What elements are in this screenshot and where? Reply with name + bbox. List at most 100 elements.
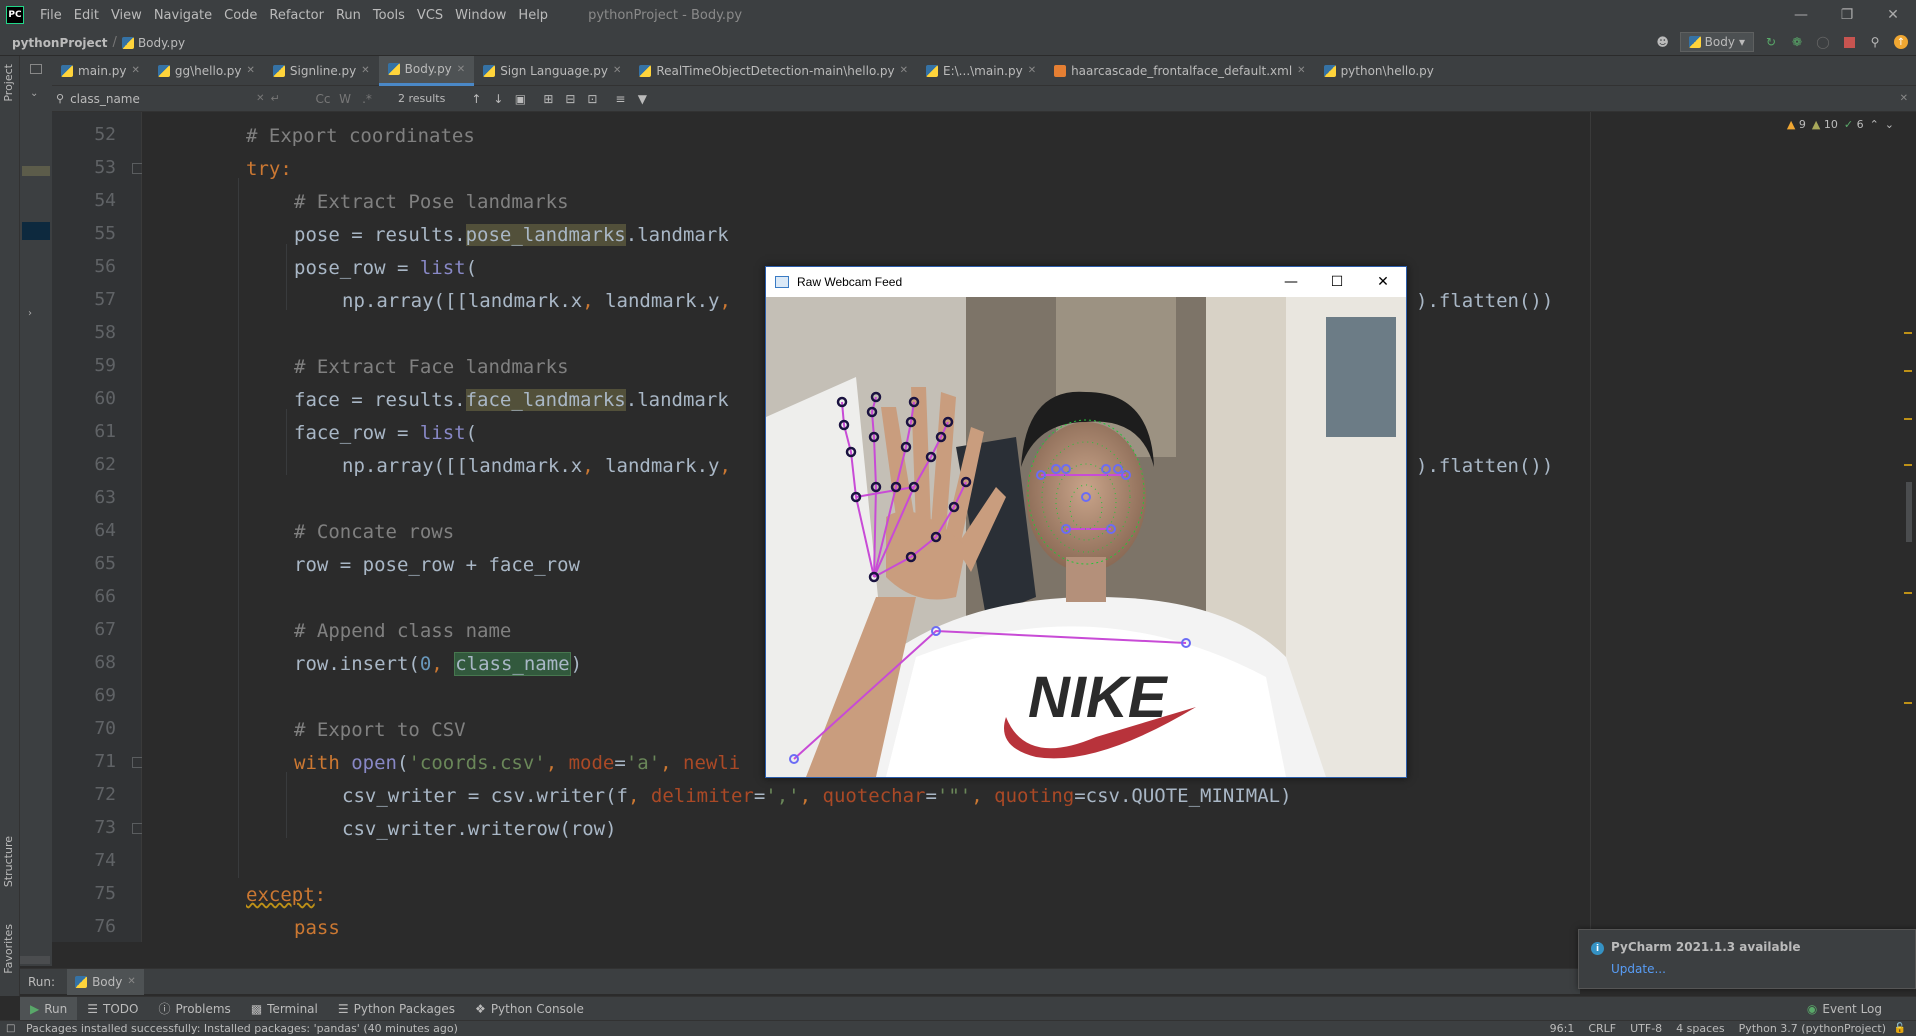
menu-edit[interactable]: Edit xyxy=(68,8,105,23)
code-line-68: row.insert(0, class_name) xyxy=(294,652,583,676)
panel-options-icon[interactable] xyxy=(30,64,42,74)
horizontal-scrollbar[interactable] xyxy=(20,956,50,964)
tool-tab-terminal[interactable]: ▩ Terminal xyxy=(241,997,328,1021)
run-config-select[interactable]: Body ▾ xyxy=(1679,32,1754,52)
update-icon[interactable]: ↑ xyxy=(1892,33,1910,51)
stripe-marker[interactable] xyxy=(1904,370,1912,372)
tab-sign-language-py[interactable]: Sign Language.py ✕ xyxy=(474,56,630,86)
run-tab-body[interactable]: Body ✕ xyxy=(67,968,144,995)
regex-toggle[interactable]: .* xyxy=(356,92,378,106)
tab-body-py[interactable]: Body.py ✕ xyxy=(378,55,475,86)
select-all-occurrences-icon[interactable]: ⊡ xyxy=(581,92,603,106)
tool-tab-event-log[interactable]: ◉ Event Log xyxy=(1797,997,1892,1021)
previous-occurrence-icon[interactable]: ↑ xyxy=(465,92,487,106)
tab-realtime-hello-py[interactable]: RealTimeObjectDetection-main\hello.py ✕ xyxy=(630,56,917,86)
remove-occurrence-icon[interactable]: ⊟ xyxy=(559,92,581,106)
close-tab-icon[interactable]: ✕ xyxy=(1028,65,1036,76)
chevron-up-icon[interactable]: ⌃ xyxy=(1870,118,1879,131)
menu-refactor[interactable]: Refactor xyxy=(263,8,330,23)
error-stripe[interactable] xyxy=(1898,112,1916,942)
stripe-marker[interactable] xyxy=(1904,702,1912,704)
menu-file[interactable]: File xyxy=(34,8,68,23)
minimize-icon[interactable]: — xyxy=(1778,0,1824,30)
tab-main-py[interactable]: main.py ✕ xyxy=(52,56,149,86)
tool-tab-run[interactable]: ▶ Run xyxy=(20,996,78,1021)
close-tab-icon[interactable]: ✕ xyxy=(247,65,255,76)
python-interpreter[interactable]: Python 3.7 (pythonProject) xyxy=(1739,1022,1886,1035)
close-tab-icon[interactable]: ✕ xyxy=(613,65,621,76)
menu-code[interactable]: Code xyxy=(218,8,263,23)
words-toggle[interactable]: W xyxy=(334,92,356,106)
user-icon[interactable]: ☻ xyxy=(1654,33,1672,51)
breadcrumb-file[interactable]: Body.py xyxy=(121,36,185,50)
add-occurrence-icon[interactable]: ⊞ xyxy=(537,92,559,106)
tool-tab-todo[interactable]: ☰ TODO xyxy=(77,997,148,1021)
search-icon[interactable]: ⚲ xyxy=(1866,33,1884,51)
debug-icon[interactable]: ❁ xyxy=(1788,33,1806,51)
tab-python-hello-py[interactable]: python\hello.py xyxy=(1315,56,1443,86)
stripe-marker[interactable] xyxy=(1904,332,1912,334)
select-all-icon[interactable]: ▣ xyxy=(509,92,531,106)
rerun-icon[interactable]: ↻ xyxy=(1762,33,1780,51)
new-line-icon[interactable]: ↵ xyxy=(270,92,279,105)
tab-e-main-py[interactable]: E:\...\main.py ✕ xyxy=(917,56,1045,86)
menu-view[interactable]: View xyxy=(105,8,148,23)
indent-settings[interactable]: 4 spaces xyxy=(1676,1022,1725,1035)
search-input[interactable] xyxy=(70,91,251,106)
favorites-tool-button[interactable]: Favorites xyxy=(2,924,15,974)
update-link[interactable]: Update... xyxy=(1611,962,1666,976)
tool-tab-problems[interactable]: ⓘ Problems xyxy=(148,997,240,1021)
maximize-icon[interactable]: ☐ xyxy=(1314,267,1360,297)
close-icon[interactable]: ✕ xyxy=(1870,0,1916,30)
minimize-icon[interactable]: — xyxy=(1268,267,1314,297)
close-tab-icon[interactable]: ✕ xyxy=(1297,65,1305,76)
status-message[interactable]: Packages installed successfully: Install… xyxy=(26,1022,458,1035)
chevron-down-icon[interactable]: ⌄ xyxy=(30,88,38,99)
next-occurrence-icon[interactable]: ↓ xyxy=(487,92,509,106)
scrollbar-thumb[interactable] xyxy=(1906,482,1912,542)
stripe-marker[interactable] xyxy=(1904,592,1912,594)
stop-icon[interactable] xyxy=(1840,33,1858,51)
clear-search-icon[interactable]: ✕ xyxy=(256,93,264,104)
stripe-marker[interactable] xyxy=(1904,464,1912,466)
close-tab-icon[interactable]: ✕ xyxy=(127,976,135,987)
chevron-down-icon[interactable]: ⌄ xyxy=(1885,118,1894,131)
lock-icon[interactable]: 🔓 xyxy=(1894,1023,1906,1034)
coverage-icon[interactable]: ◯ xyxy=(1814,33,1832,51)
stripe-marker[interactable] xyxy=(1904,418,1912,420)
tab-signline-py[interactable]: Signline.py ✕ xyxy=(264,56,379,86)
restore-icon[interactable]: ❐ xyxy=(1824,0,1870,30)
tool-tab-python-packages[interactable]: ☰ Python Packages xyxy=(328,997,465,1021)
line-separator[interactable]: CRLF xyxy=(1588,1022,1616,1035)
menu-navigate[interactable]: Navigate xyxy=(148,8,218,23)
close-tab-icon[interactable]: ✕ xyxy=(457,64,465,75)
menu-tools[interactable]: Tools xyxy=(367,8,411,23)
chevron-right-icon[interactable]: › xyxy=(28,308,32,319)
file-encoding[interactable]: UTF-8 xyxy=(1630,1022,1662,1035)
match-case-toggle[interactable]: Cc xyxy=(312,92,334,106)
close-tab-icon[interactable]: ✕ xyxy=(361,65,369,76)
filter-icon[interactable]: ▼ xyxy=(631,92,653,106)
tool-tab-python-console[interactable]: ❖ Python Console xyxy=(465,997,594,1021)
webcam-window[interactable]: Raw Webcam Feed — ☐ ✕ NIKE xyxy=(765,266,1407,778)
menu-window[interactable]: Window xyxy=(449,8,512,23)
filter-search-icon[interactable]: ≡ xyxy=(609,92,631,106)
project-tool-button[interactable]: Project xyxy=(2,64,15,102)
tab-haarcascade-xml[interactable]: haarcascade_frontalface_default.xml ✕ xyxy=(1045,56,1314,86)
tab-gg-hello-py[interactable]: gg\hello.py ✕ xyxy=(149,56,264,86)
menu-vcs[interactable]: VCS xyxy=(411,8,449,23)
structure-tool-button[interactable]: Structure xyxy=(2,836,15,887)
breadcrumb-project[interactable]: pythonProject xyxy=(12,36,108,50)
close-find-icon[interactable]: ✕ xyxy=(1900,93,1908,104)
close-tab-icon[interactable]: ✕ xyxy=(132,65,140,76)
update-notification[interactable]: i PyCharm 2021.1.3 available Update... xyxy=(1578,929,1916,989)
toggle-tool-windows-icon[interactable]: □ xyxy=(6,1023,15,1034)
close-tab-icon[interactable]: ✕ xyxy=(900,65,908,76)
menu-run[interactable]: Run xyxy=(330,8,367,23)
inspection-widget[interactable]: ▲ 9 ▲ 10 ✓ 6 ⌃ ⌄ xyxy=(1787,118,1894,131)
code-line-56: pose_row = list( xyxy=(294,257,478,279)
caret-position[interactable]: 96:1 xyxy=(1550,1022,1575,1035)
close-icon[interactable]: ✕ xyxy=(1360,267,1406,297)
webcam-titlebar[interactable]: Raw Webcam Feed — ☐ ✕ xyxy=(766,267,1406,297)
menu-help[interactable]: Help xyxy=(512,8,554,23)
